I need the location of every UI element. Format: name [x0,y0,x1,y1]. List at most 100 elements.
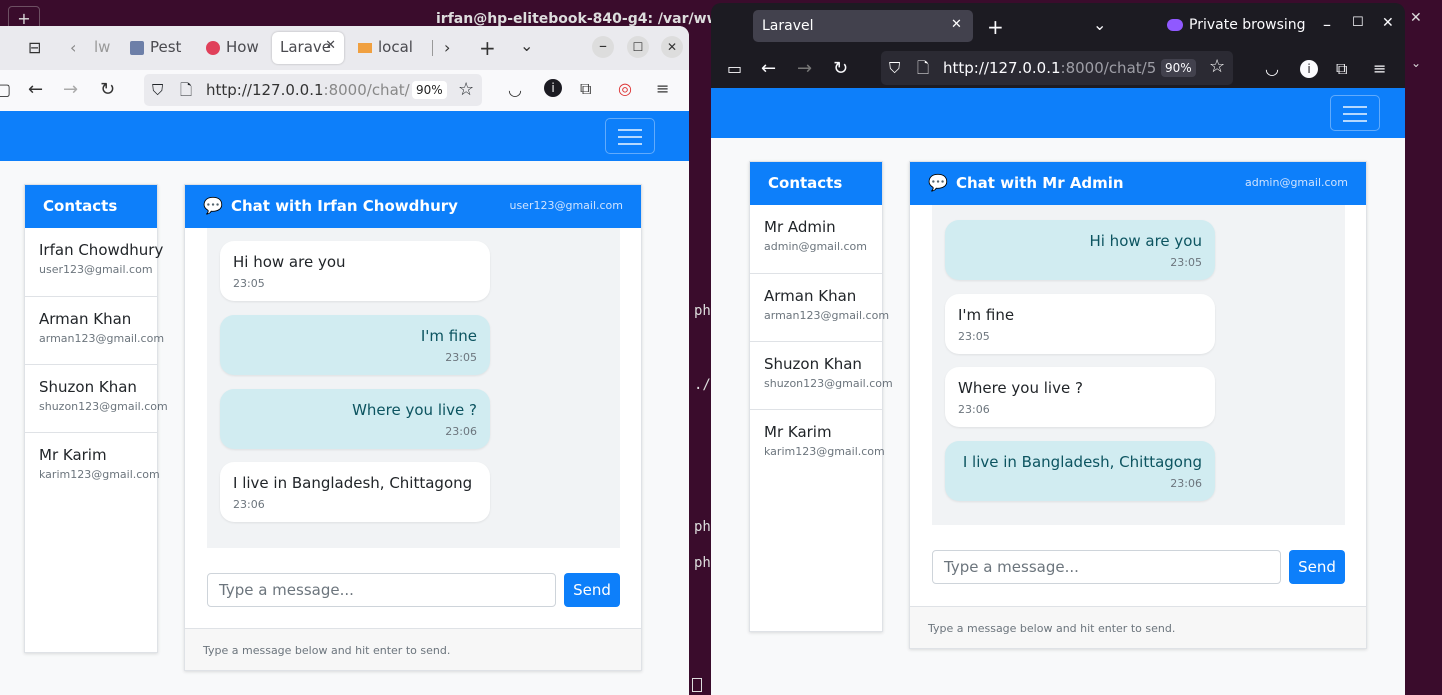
contact-email: admin@gmail.com [764,240,868,253]
contact-name: Mr Karim [39,446,107,464]
close-icon[interactable]: ✕ [661,36,683,58]
message-text: Where you live ? [958,379,1083,397]
message-time: 23:06 [445,425,477,438]
send-button[interactable]: Send [1289,550,1345,584]
private-mask-icon [1167,19,1183,31]
minimize-icon[interactable]: – [1323,15,1331,34]
message-input[interactable]: Type a message... [207,573,556,607]
chevron-down-icon[interactable]: ⌄ [1093,15,1106,34]
contacts-header: Contacts [750,162,882,205]
tab-how[interactable]: How [198,32,266,64]
terminal-title: irfan@hp-elitebook-840-g4: /var/www/l [436,11,743,27]
send-button[interactable]: Send [564,573,620,607]
tab-laravel[interactable]: Laravel ✕ [753,10,973,42]
contact-item[interactable]: Mr Admin admin@gmail.com [750,205,882,274]
tab-pest[interactable]: Pest [122,32,192,64]
forward-icon[interactable]: → [63,79,78,100]
bookmark-star-icon[interactable]: ☆ [458,79,474,100]
message-text: I'm fine [958,306,1015,324]
maximize-icon[interactable]: ☐ [627,36,649,58]
tab-list-icon[interactable]: ⊟ [28,38,41,57]
zoom-level[interactable]: 90% [412,81,447,99]
contact-item[interactable]: Irfan Chowdhury user123@gmail.com [25,228,163,297]
contact-email: karim123@gmail.com [39,468,160,481]
reload-icon[interactable]: ↻ [100,79,115,100]
extensions-icon[interactable]: ⧉ [1336,59,1347,79]
message-bubble-mine: Hi how are you 23:05 [945,220,1215,280]
navbar-toggle-button[interactable] [605,118,655,154]
close-icon[interactable]: ✕ [951,17,962,32]
message-bubble-mine: I live in Bangladesh, Chittagong 23:06 [945,441,1215,501]
contact-item[interactable]: Arman Khan arman123@gmail.com [25,297,164,365]
chat-header: 💬 Chat with Irfan Chowdhury user123@gmai… [185,185,641,228]
messages-area[interactable]: Hi how are you 23:05 I'm fine 23:05 Wher… [932,205,1345,525]
zoom-level[interactable]: 90% [1161,59,1196,77]
contact-name: Arman Khan [764,287,857,305]
message-input[interactable]: Type a message... [932,550,1281,584]
pma-favicon-icon [358,42,372,53]
close-icon[interactable]: ✕ [1382,15,1394,31]
chat-email: admin@gmail.com [1244,176,1348,189]
chevron-down-icon[interactable]: ⌄ [1411,56,1421,70]
chevron-down-icon[interactable]: ⌄ [520,36,533,55]
scroll-left-icon[interactable]: ‹ [70,38,76,57]
tab-label: Pest [150,38,182,56]
shield-icon[interactable]: ⛉ [889,59,900,77]
menu-icon[interactable]: ≡ [1373,59,1386,78]
tab-laravel[interactable]: Larave ✕ [272,32,344,64]
terminal-cursor [692,678,702,692]
back-icon[interactable]: ← [28,79,43,100]
contact-item[interactable]: Mr Karim karim123@gmail.com [25,433,160,501]
reload-icon[interactable]: ↻ [833,58,848,79]
new-tab-icon[interactable]: + [479,36,496,60]
tab-label: Larave [280,38,332,56]
chat-footer: Type a message below and hit enter to se… [185,628,641,670]
navbar-toggle-button[interactable] [1330,95,1380,131]
minimize-icon[interactable]: – [592,36,614,58]
new-tab-icon[interactable]: + [987,15,1004,39]
comments-icon: 💬 [203,196,223,215]
chat-title: Chat with Mr Admin [956,174,1124,192]
maximize-icon[interactable]: ☐ [1352,15,1364,30]
url-bar[interactable]: ⛉ 🗋 http://127.0.0.1:8000/chat/ 90% ☆ [144,74,482,106]
message-time: 23:05 [1170,256,1202,269]
scroll-right-icon[interactable]: › [444,38,450,57]
pocket-icon[interactable]: ◡ [508,80,522,99]
screenshot-icon[interactable]: ◎ [618,79,632,98]
message-time: 23:06 [1170,477,1202,490]
tab-local[interactable]: local [350,32,430,64]
chat-header: 💬 Chat with Mr Admin admin@gmail.com [910,162,1366,205]
sidebar-icon[interactable]: ▢ [0,80,11,99]
back-icon[interactable]: ← [761,58,776,79]
close-icon[interactable]: ✕ [325,38,336,53]
contacts-card: Contacts Mr Admin admin@gmail.com Arman … [749,161,893,632]
contact-item[interactable]: Arman Khan arman123@gmail.com [750,274,889,342]
message-time: 23:06 [958,403,990,416]
shield-icon[interactable]: ⛉ [152,81,163,99]
message-bubble: Where you live ? 23:06 [945,367,1215,427]
sidebar-icon[interactable]: ▭ [727,59,742,78]
message-text: Hi how are you [233,253,346,271]
tab-lw[interactable]: lw [86,32,116,64]
url-bar[interactable]: ⛉ 🗋 http://127.0.0.1:8000/chat/5 90% ☆ [881,51,1233,85]
bookmark-star-icon[interactable]: ☆ [1209,56,1225,77]
contact-item[interactable]: Shuzon Khan shuzon123@gmail.com [25,365,168,433]
pocket-icon[interactable]: ◡ [1265,59,1279,78]
close-icon[interactable]: ✕ [1410,10,1422,26]
message-text: I live in Bangladesh, Chittagong [233,474,473,492]
extensions-icon[interactable]: ⧉ [580,79,591,99]
menu-icon[interactable]: ≡ [656,79,669,98]
info-extension-icon[interactable]: i [544,79,562,97]
page-icon: 🗋 [180,81,193,99]
info-extension-icon[interactable]: i [1300,60,1318,78]
chat-card: 💬 Chat with Mr Admin admin@gmail.com Hi … [909,161,1367,649]
message-time: 23:05 [233,277,265,290]
contact-item[interactable]: Shuzon Khan shuzon123@gmail.com [750,342,893,410]
nav-toolbar: ▢ ← → ↻ ⛉ 🗋 http://127.0.0.1:8000/chat/ … [0,70,689,111]
messages-area[interactable]: Hi how are you 23:05 I'm fine 23:05 Wher… [207,228,620,548]
app-navbar [711,88,1405,138]
contact-item[interactable]: Mr Karim karim123@gmail.com [750,410,885,478]
forward-icon[interactable]: → [797,58,812,79]
page-content: Contacts Irfan Chowdhury user123@gmail.c… [0,111,689,695]
message-text: Hi how are you [1089,232,1202,250]
